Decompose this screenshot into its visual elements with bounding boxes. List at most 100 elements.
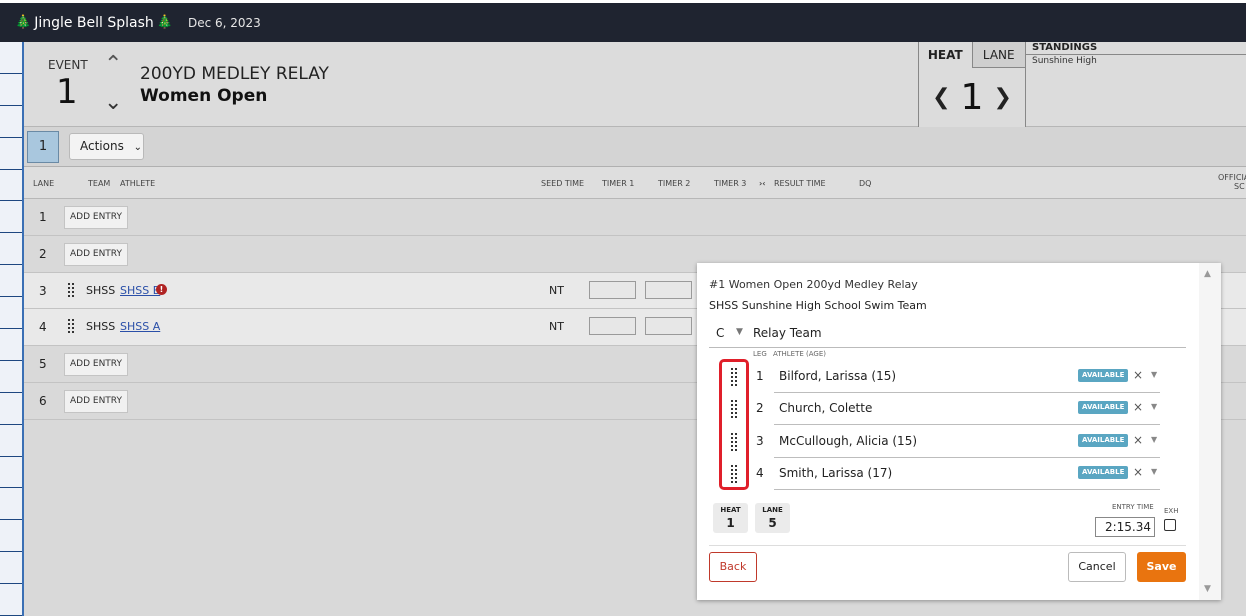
- leg-athlete[interactable]: Smith, Larissa (17): [779, 466, 892, 480]
- close-icon[interactable]: ×: [1133, 400, 1143, 414]
- add-entry-button[interactable]: ADD ENTRY: [64, 243, 128, 266]
- relay-entry-dialog: ▲ ▼ #1 Women Open 200yd Medley Relay SHS…: [697, 263, 1221, 600]
- event-subtitle: Women Open: [140, 86, 268, 106]
- rail-cell[interactable]: [0, 456, 22, 489]
- event-header: EVENT 1 ⌃ ⌄ 200YD MEDLEY RELAY Women Ope…: [24, 42, 1246, 127]
- leg-athlete[interactable]: Church, Colette: [779, 401, 872, 415]
- dropdown-caret-icon[interactable]: ▼: [1151, 370, 1157, 379]
- chevron-left-icon[interactable]: ❮: [932, 85, 950, 110]
- leg-athlete[interactable]: McCullough, Alicia (15): [779, 434, 917, 448]
- team-code: SHSS: [86, 320, 116, 333]
- close-icon[interactable]: ×: [1133, 368, 1143, 382]
- heat-tab-1[interactable]: 1: [27, 131, 59, 163]
- col-official: OFFICIA: [1218, 173, 1246, 182]
- standings-value: Sunshine High: [1032, 56, 1097, 66]
- rail-cell[interactable]: [0, 233, 22, 266]
- dropdown-caret-icon[interactable]: ▼: [1151, 435, 1157, 444]
- col-athlete: ATHLETE: [120, 179, 156, 188]
- exh-checkbox[interactable]: [1164, 519, 1176, 531]
- back-button[interactable]: Back: [709, 552, 757, 582]
- relay-link[interactable]: SHSS B: [120, 284, 160, 297]
- drag-handle-icon[interactable]: [67, 318, 75, 336]
- chevron-down-icon[interactable]: ⌄: [104, 90, 122, 115]
- swap-icon[interactable]: ›‹: [759, 179, 766, 188]
- meet-date: Dec 6, 2023: [187, 15, 261, 30]
- rail-cell[interactable]: [0, 360, 22, 393]
- exh-label: EXH: [1164, 507, 1179, 515]
- add-entry-button[interactable]: ADD ENTRY: [64, 390, 128, 413]
- dropdown-caret-icon[interactable]: ▼: [1151, 402, 1157, 411]
- rail-cell[interactable]: [0, 424, 22, 457]
- relay-team-label: Relay Team: [753, 326, 822, 340]
- cancel-button[interactable]: Cancel: [1068, 552, 1126, 582]
- rail-cell[interactable]: [0, 42, 22, 74]
- rail-cell[interactable]: [0, 73, 22, 106]
- status-badge: AVAILABLE: [1078, 369, 1129, 382]
- col-result-time: RESULT TIME: [774, 179, 826, 188]
- team-code: SHSS: [86, 284, 116, 297]
- tab-lane[interactable]: LANE: [971, 42, 1025, 68]
- app-header: 🎄 Jingle Bell Splash 🎄 Dec 6, 2023: [0, 0, 1246, 42]
- entry-time-input[interactable]: 2:15.34: [1095, 517, 1155, 537]
- dialog-scrollbar[interactable]: ▲ ▼: [1199, 263, 1221, 600]
- scroll-down-icon[interactable]: ▼: [1204, 584, 1211, 594]
- relay-leg-row: 4 Smith, Larissa (17) AVAILABLE × ▼: [756, 458, 1160, 490]
- scroll-up-icon[interactable]: ▲: [1204, 269, 1211, 279]
- leg-number: 4: [756, 466, 764, 480]
- rail-cell[interactable]: [0, 169, 22, 202]
- warning-icon[interactable]: !: [156, 284, 167, 295]
- rail-cell[interactable]: [0, 520, 22, 553]
- save-button[interactable]: Save: [1137, 552, 1186, 582]
- rail-cell[interactable]: [0, 488, 22, 521]
- dialog-divider: [709, 545, 1186, 546]
- relay-team-select[interactable]: C ▼ Relay Team: [709, 321, 1186, 348]
- rail-cell[interactable]: [0, 552, 22, 585]
- timer1-input[interactable]: [589, 281, 636, 299]
- dropdown-caret-icon[interactable]: ▼: [1151, 467, 1157, 476]
- col-lane: LANE: [33, 179, 55, 188]
- dialog-event-line: #1 Women Open 200yd Medley Relay: [709, 278, 918, 291]
- lane-number: 6: [39, 394, 47, 408]
- tab-heat[interactable]: HEAT: [919, 42, 972, 68]
- col-timer1: TIMER 1: [602, 179, 635, 188]
- christmas-tree-icon: 🎄: [156, 15, 173, 30]
- relay-link[interactable]: SHSS A: [120, 320, 160, 333]
- seed-time: NT: [549, 284, 564, 297]
- heat-chip-value: 1: [726, 516, 735, 530]
- col-timer3: TIMER 3: [714, 179, 747, 188]
- rail-cell[interactable]: [0, 392, 22, 425]
- timer2-input[interactable]: [645, 317, 692, 335]
- column-header-row: LANE TEAM ATHLETE SEED TIME TIMER 1 TIME…: [24, 167, 1246, 199]
- add-entry-button[interactable]: ADD ENTRY: [64, 353, 128, 376]
- lane-chip-value: 5: [768, 516, 777, 530]
- rail-cell[interactable]: [0, 105, 22, 138]
- relay-leg-row: 3 McCullough, Alicia (15) AVAILABLE × ▼: [756, 426, 1160, 458]
- relay-code: C: [716, 326, 725, 340]
- close-icon[interactable]: ×: [1133, 465, 1143, 479]
- rail-cell[interactable]: [0, 329, 22, 361]
- lane-number: 5: [39, 357, 47, 371]
- timer2-input[interactable]: [645, 281, 692, 299]
- close-icon[interactable]: ×: [1133, 433, 1143, 447]
- lane-number: 1: [39, 210, 47, 224]
- rail-cell[interactable]: [0, 584, 22, 616]
- add-entry-button[interactable]: ADD ENTRY: [64, 206, 128, 229]
- dialog-team-line: SHSS Sunshine High School Swim Team: [709, 299, 927, 312]
- meet-name: Jingle Bell Splash: [34, 14, 154, 31]
- rail-cell[interactable]: [0, 137, 22, 170]
- actions-button[interactable]: Actions ⌄: [69, 133, 144, 160]
- rail-cell[interactable]: [0, 265, 22, 298]
- col-sc: SC: [1234, 182, 1245, 191]
- chevron-up-icon[interactable]: ⌃: [104, 52, 122, 77]
- relay-leg-row: 1 Bilford, Larissa (15) AVAILABLE × ▼: [756, 361, 1160, 393]
- leg-athlete[interactable]: Bilford, Larissa (15): [779, 369, 896, 383]
- col-timer2: TIMER 2: [658, 179, 691, 188]
- drag-handle-icon[interactable]: [67, 282, 75, 300]
- rail-cell[interactable]: [0, 201, 22, 234]
- timer1-input[interactable]: [589, 317, 636, 335]
- leg-number: 1: [756, 369, 764, 383]
- chevron-right-icon[interactable]: ❯: [993, 85, 1011, 110]
- heat-tabs-bar: 1 Actions ⌄: [24, 127, 1246, 167]
- heat-lane-navigator: HEAT LANE ❮ 1 ❯: [918, 42, 1026, 127]
- rail-cell[interactable]: [0, 297, 22, 330]
